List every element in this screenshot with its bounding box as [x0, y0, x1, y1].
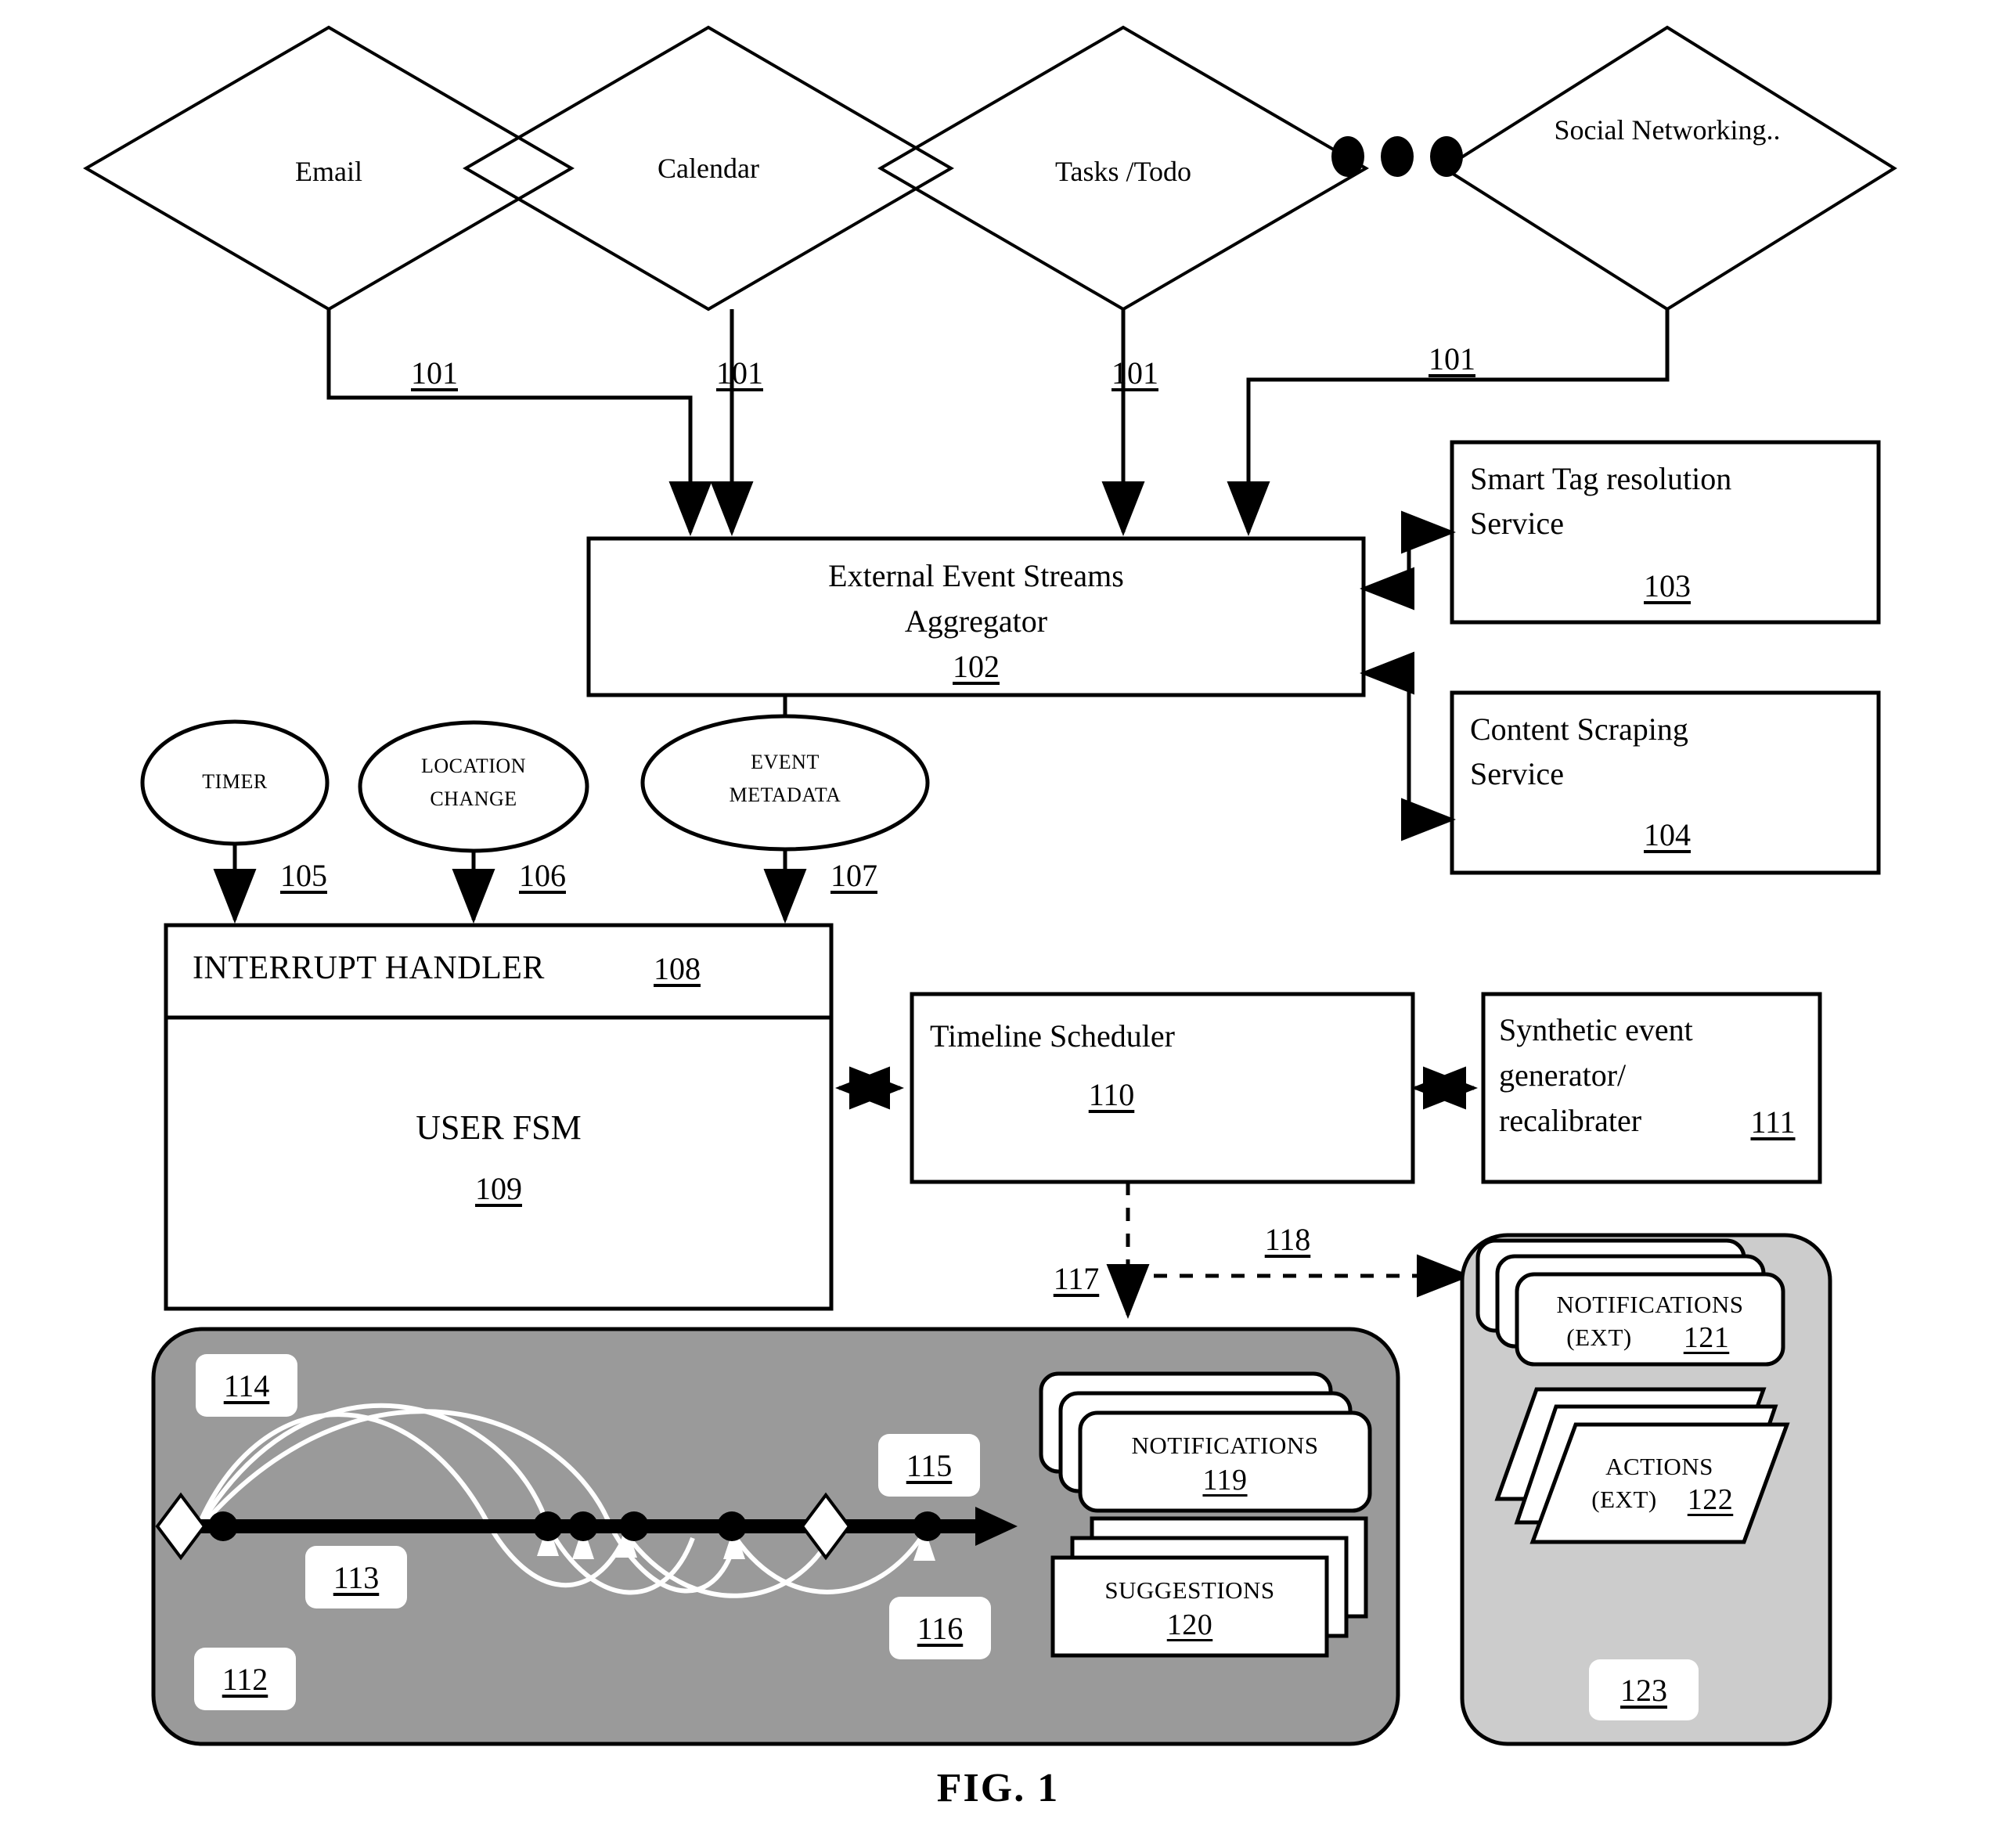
interrupt-handler-label: INTERRUPT HANDLER: [193, 950, 545, 986]
figure-caption: FIG. 1: [936, 1766, 1060, 1810]
timer-label: TIMER: [202, 770, 268, 793]
ref-114-capsule: 114: [196, 1354, 297, 1417]
ref-121: 121: [1683, 1321, 1730, 1354]
synthetic-generator-line2: generator/: [1499, 1057, 1627, 1093]
service-connectors: [1360, 510, 1456, 841]
content-scraping-line2: Service: [1470, 756, 1564, 791]
notifications-card-label: NOTIFICATIONS: [1131, 1432, 1319, 1459]
ref-113: 113: [333, 1559, 380, 1595]
synthetic-generator-line1: Synthetic event: [1499, 1012, 1693, 1047]
smart-tag-service-line1: Smart Tag resolution: [1470, 461, 1732, 496]
ref-102: 102: [953, 649, 1000, 684]
ellipsis-dots: [1331, 136, 1463, 177]
ref-110: 110: [1088, 1077, 1135, 1112]
source-label-social: Social Networking..: [1554, 114, 1781, 146]
ref-118: 118: [1264, 1222, 1311, 1257]
ext-actions-label-line1: ACTIONS: [1605, 1453, 1713, 1480]
ref-101-social: 101: [1429, 341, 1475, 376]
ref-115: 115: [906, 1447, 953, 1483]
ref-122: 122: [1687, 1483, 1734, 1516]
ref-106: 106: [519, 858, 566, 893]
ref-101-tasks: 101: [1111, 355, 1158, 391]
aggregator-title-line2: Aggregator: [904, 603, 1048, 639]
source-label-tasks: Tasks /Todo: [1055, 156, 1191, 187]
source-label-calendar: Calendar: [658, 153, 759, 184]
synthetic-generator-line3: recalibrater: [1499, 1103, 1642, 1138]
patent-figure-page: Email Calendar Tasks /Todo Social Networ…: [0, 0, 1996, 1848]
ref-116-capsule: 116: [889, 1597, 991, 1659]
diagram-canvas: [83, 25, 1897, 1746]
ref-116: 116: [917, 1610, 964, 1646]
ref-119: 119: [1202, 1464, 1248, 1497]
location-change-label-line2: CHANGE: [430, 787, 517, 810]
source-diamond-social: [1441, 25, 1897, 312]
ref-101-calendar: 101: [716, 355, 763, 391]
ext-notifications-label-line1: NOTIFICATIONS: [1556, 1291, 1744, 1318]
ref-101-email: 101: [411, 355, 458, 391]
content-scraping-line1: Content Scraping: [1470, 711, 1688, 747]
ref-109: 109: [475, 1171, 522, 1206]
ref-114: 114: [223, 1367, 270, 1403]
location-change-label-line1: LOCATION: [421, 755, 526, 777]
ref-108: 108: [654, 951, 701, 986]
ref-112: 112: [222, 1661, 268, 1697]
ref-115-capsule: 115: [878, 1434, 980, 1497]
suggestions-card-label: SUGGESTIONS: [1104, 1576, 1275, 1604]
ref-120: 120: [1166, 1608, 1213, 1641]
ref-123-capsule: 123: [1589, 1659, 1699, 1720]
user-fsm-label: USER FSM: [416, 1108, 582, 1147]
ref-113-capsule: 113: [305, 1546, 407, 1608]
ref-123: 123: [1620, 1672, 1667, 1708]
ref-112-capsule: 112: [194, 1648, 296, 1710]
ref-104: 104: [1644, 817, 1691, 852]
smart-tag-service-line2: Service: [1470, 506, 1564, 541]
timeline-scheduler-label: Timeline Scheduler: [930, 1018, 1175, 1054]
ref-117: 117: [1053, 1261, 1100, 1296]
source-label-email: Email: [295, 156, 362, 187]
ref-105: 105: [280, 858, 327, 893]
ref-103: 103: [1644, 568, 1691, 603]
event-metadata-label-line1: EVENT: [751, 751, 820, 773]
ref-111: 111: [1750, 1104, 1796, 1140]
event-metadata-label-line2: METADATA: [729, 784, 841, 806]
aggregator-title-line1: External Event Streams: [828, 558, 1124, 593]
ref-107: 107: [830, 858, 877, 893]
